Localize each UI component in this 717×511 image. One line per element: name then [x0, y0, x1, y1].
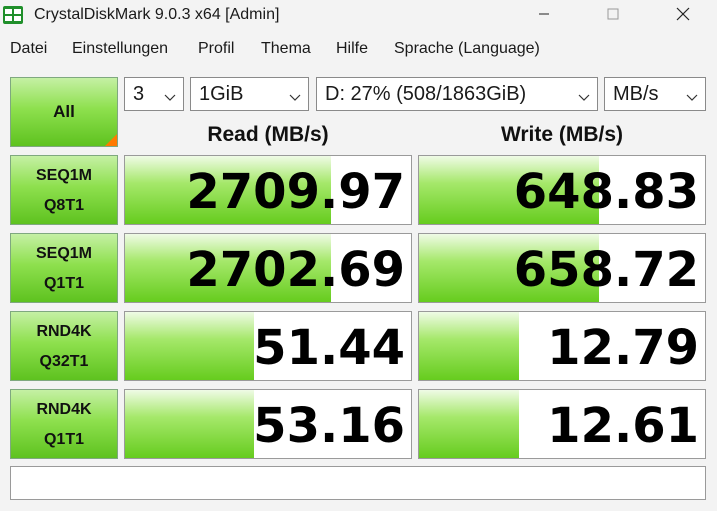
- read-result-value: 53.16: [253, 398, 405, 454]
- test-params: Q32T1: [39, 353, 89, 370]
- read-result-rnd4k-q32t1: 51.44: [124, 311, 412, 381]
- write-result-rnd4k-q1t1: 12.61: [418, 389, 706, 459]
- maximize-button[interactable]: [590, 0, 636, 32]
- test-params: Q1T1: [43, 275, 84, 292]
- write-column-header: Write (MB/s): [500, 123, 624, 146]
- corner-marker: [105, 134, 117, 146]
- test-count-select[interactable]: 3: [124, 77, 184, 111]
- menu-hilfe[interactable]: Hilfe: [336, 40, 368, 58]
- test-name: RND4K: [36, 323, 92, 340]
- test-name: SEQ1M: [35, 245, 92, 262]
- chevron-down-icon: [685, 87, 699, 101]
- menu-bar: Datei Einstellungen Profil Thema Hilfe S…: [0, 36, 717, 64]
- window-title: CrystalDiskMark 9.0.3 x64 [Admin]: [34, 6, 280, 23]
- write-result-bar: [419, 390, 520, 458]
- close-icon: [676, 7, 690, 26]
- comment-field[interactable]: [10, 466, 706, 500]
- menu-datei[interactable]: Datei: [10, 40, 47, 58]
- write-result-bar: [419, 312, 520, 380]
- test-button-rnd4k-q1t1[interactable]: RND4K Q1T1: [10, 389, 118, 459]
- read-result-bar: [125, 390, 254, 458]
- read-column-header: Read (MB/s): [207, 123, 329, 146]
- test-name: SEQ1M: [35, 167, 92, 184]
- write-result-value: 12.61: [547, 398, 699, 454]
- test-button-seq1m-q1t1[interactable]: SEQ1M Q1T1: [10, 233, 118, 303]
- read-result-value: 2709.97: [186, 164, 405, 220]
- test-size-select[interactable]: 1GiB: [190, 77, 309, 111]
- unit-value: MB/s: [613, 83, 659, 105]
- minimize-button[interactable]: [521, 0, 567, 32]
- menu-profil[interactable]: Profil: [198, 40, 234, 58]
- chevron-down-icon: [577, 87, 591, 101]
- unit-select[interactable]: MB/s: [604, 77, 706, 111]
- test-button-rnd4k-q32t1[interactable]: RND4K Q32T1: [10, 311, 118, 381]
- read-result-value: 51.44: [253, 320, 405, 376]
- write-result-value: 658.72: [513, 242, 699, 298]
- close-button[interactable]: [660, 0, 706, 32]
- write-result-value: 12.79: [547, 320, 699, 376]
- maximize-icon: [607, 7, 619, 25]
- read-result-bar: [125, 312, 254, 380]
- title-bar: CrystalDiskMark 9.0.3 x64 [Admin]: [0, 0, 717, 32]
- test-button-seq1m-q8t1[interactable]: SEQ1M Q8T1: [10, 155, 118, 225]
- read-result-seq1m-q1t1: 2702.69: [124, 233, 412, 303]
- read-result-seq1m-q8t1: 2709.97: [124, 155, 412, 225]
- minimize-icon: [538, 7, 550, 25]
- read-result-value: 2702.69: [186, 242, 405, 298]
- menu-sprache[interactable]: Sprache (Language): [394, 40, 540, 58]
- test-size-value: 1GiB: [199, 83, 244, 105]
- write-result-seq1m-q8t1: 648.83: [418, 155, 706, 225]
- test-params: Q8T1: [43, 197, 84, 214]
- menu-einstellungen[interactable]: Einstellungen: [72, 40, 168, 58]
- drive-select[interactable]: D: 27% (508/1863GiB): [316, 77, 598, 111]
- all-button[interactable]: All: [10, 77, 118, 147]
- write-result-rnd4k-q32t1: 12.79: [418, 311, 706, 381]
- write-result-seq1m-q1t1: 658.72: [418, 233, 706, 303]
- chevron-down-icon: [163, 87, 177, 101]
- test-count-value: 3: [133, 83, 145, 105]
- drive-value: D: 27% (508/1863GiB): [325, 83, 527, 105]
- app-window: CrystalDiskMark 9.0.3 x64 [Admin] Datei …: [0, 0, 717, 511]
- test-params: Q1T1: [43, 431, 84, 448]
- all-button-label: All: [53, 102, 75, 121]
- chevron-down-icon: [288, 87, 302, 101]
- write-result-value: 648.83: [513, 164, 699, 220]
- test-name: RND4K: [36, 401, 92, 418]
- menu-thema[interactable]: Thema: [261, 40, 311, 58]
- read-result-rnd4k-q1t1: 53.16: [124, 389, 412, 459]
- crystaldiskmark-icon: [2, 4, 24, 26]
